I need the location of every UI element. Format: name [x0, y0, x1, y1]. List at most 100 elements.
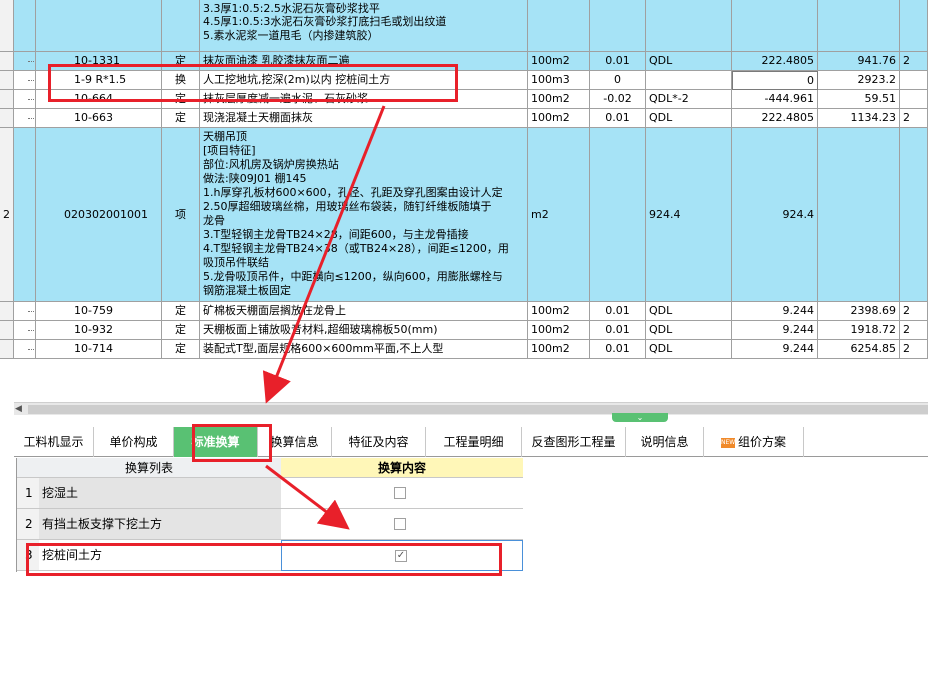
- bill-code[interactable]: 020302001001: [36, 128, 162, 302]
- quota-unit: 100m2: [528, 321, 590, 340]
- bill-description[interactable]: 天棚吊顶 [项目特征] 部位:风机房及锅炉房换热站 做法:陕09J01 棚145 1.h…: [200, 128, 528, 302]
- quota-qty[interactable]: 0.01: [590, 302, 646, 321]
- tab-5[interactable]: 工程量明细: [426, 427, 522, 457]
- quota-row[interactable]: 10-932 定天棚板面上铺放吸音材料,超细玻璃棉板50(mm) 100m2 0.01…: [0, 321, 928, 340]
- quota-qty[interactable]: 0.01: [590, 340, 646, 359]
- conversion-label: 有挡土板支撑下挖土方: [39, 509, 281, 540]
- quota-code[interactable]: 10-663: [36, 109, 162, 128]
- row-index: [0, 340, 14, 359]
- quota-code[interactable]: 10-932: [36, 321, 162, 340]
- tab-label: 工料机显示: [23, 435, 84, 449]
- tree-line: [14, 340, 36, 359]
- horizontal-scrollbar[interactable]: ◀: [14, 402, 928, 415]
- bill-amount[interactable]: 924.4: [732, 128, 818, 302]
- item-description-tail: 2.封底漆一道（干燥后再做面漆）3.3厚1:0.5:2.5水泥石灰膏砂浆找平4.…: [0, 0, 928, 52]
- description-line: 龙骨: [203, 214, 225, 227]
- tab-7[interactable]: 说明信息: [626, 427, 704, 457]
- description-line: 部位:风机房及锅炉房换热站: [203, 158, 339, 171]
- scroll-left-icon[interactable]: ◀: [15, 403, 22, 416]
- row-index: [0, 90, 14, 109]
- quota-code[interactable]: 10-714: [36, 340, 162, 359]
- tab-4[interactable]: 特征及内容: [332, 427, 426, 457]
- row-index: [0, 109, 14, 128]
- tab-label: 单价构成: [109, 435, 158, 449]
- row-index: [0, 52, 14, 71]
- quota-qty[interactable]: 0: [590, 71, 646, 90]
- conversion-label: 挖湿土: [39, 478, 281, 509]
- description-line: 吸顶吊件联结: [203, 256, 269, 269]
- quota-qty[interactable]: 0.01: [590, 52, 646, 71]
- empty-cell: [818, 0, 900, 52]
- annotation-box-quota-row: [48, 64, 458, 102]
- new-badge-icon: NEW: [720, 437, 736, 448]
- quota-amount[interactable]: 9.244: [732, 340, 818, 359]
- quota-amount[interactable]: 9.244: [732, 302, 818, 321]
- quota-expr[interactable]: QDL: [646, 109, 732, 128]
- quota-grid: 2.封底漆一道（干燥后再做面漆）3.3厚1:0.5:2.5水泥石灰膏砂浆找平4.…: [0, 0, 928, 400]
- tree-line: [14, 90, 36, 109]
- quota-code[interactable]: 10-759: [36, 302, 162, 321]
- empty-cell: [732, 0, 818, 52]
- quota-expr[interactable]: [646, 71, 732, 90]
- quota-name[interactable]: 现浇混凝土天棚面抹灰: [200, 109, 528, 128]
- conversion-row[interactable]: 2 有挡土板支撑下挖土方: [17, 509, 523, 540]
- quota-row[interactable]: 10-663 定现浇混凝土天棚面抹灰 100m2 0.01 QDL 222.4805 113…: [0, 109, 928, 128]
- row-index: [0, 71, 14, 90]
- conversion-checkbox[interactable]: [394, 487, 406, 499]
- tab-8[interactable]: NEW 组价方案: [704, 427, 804, 457]
- quota-extra: 2: [900, 109, 928, 128]
- tab-0[interactable]: 工料机显示: [14, 427, 94, 457]
- conversion-content-cell[interactable]: [281, 478, 523, 509]
- conversion-checkbox[interactable]: [394, 518, 406, 530]
- quota-name[interactable]: 装配式T型,面层规格600×600mm平面,不上人型: [200, 340, 528, 359]
- tab-6[interactable]: 反查图形工程量: [522, 427, 626, 457]
- empty-cell: [528, 0, 590, 52]
- tree-line: [14, 71, 36, 90]
- quota-row[interactable]: 10-714 定装配式T型,面层规格600×600mm平面,不上人型 100m2 0.…: [0, 340, 928, 359]
- quota-extra: 2: [900, 321, 928, 340]
- quota-name[interactable]: 矿棉板天棚面层搁放在龙骨上: [200, 302, 528, 321]
- quota-expr[interactable]: QDL: [646, 321, 732, 340]
- collapse-toggle[interactable]: −: [14, 128, 59, 302]
- quota-amount[interactable]: 9.244: [732, 321, 818, 340]
- quota-amount[interactable]: -444.961: [732, 90, 818, 109]
- tab-label: 工程量明细: [443, 435, 504, 449]
- description-line: 1.h厚穿孔板材600×600，孔径、孔距及穿孔图案由设计人定: [203, 186, 503, 199]
- quota-expr[interactable]: QDL: [646, 52, 732, 71]
- quota-extra: [900, 90, 928, 109]
- conversion-content-cell[interactable]: [281, 509, 523, 540]
- quota-price: 941.76: [818, 52, 900, 71]
- quota-expr[interactable]: QDL*-2: [646, 90, 732, 109]
- description-line: 天棚吊顶: [203, 130, 247, 143]
- empty-cell: [590, 128, 646, 302]
- panel-splitter-handle[interactable]: ⌄: [612, 413, 668, 422]
- quota-price: 2923.2: [818, 71, 900, 90]
- quota-type: 定: [162, 321, 200, 340]
- quota-amount[interactable]: 222.4805: [732, 52, 818, 71]
- bill-expr[interactable]: 924.4: [646, 128, 732, 302]
- description-line: 5.素水泥浆一道甩毛（内掺建筑胶）: [203, 28, 379, 42]
- quota-qty[interactable]: 0.01: [590, 109, 646, 128]
- quota-amount[interactable]: 222.4805: [732, 109, 818, 128]
- quota-qty[interactable]: -0.02: [590, 90, 646, 109]
- quota-type: 定: [162, 340, 200, 359]
- conversion-row[interactable]: 1 挖湿土: [17, 478, 523, 509]
- bottom-tab-bar: 工料机显示 单价构成 标准换算 换算信息 特征及内容 工程量明细 反查图形工程量 说明信息 NE…: [14, 425, 928, 457]
- quota-expr[interactable]: QDL: [646, 302, 732, 321]
- quota-name[interactable]: 天棚板面上铺放吸音材料,超细玻璃棉板50(mm): [200, 321, 528, 340]
- bill-type: 项: [162, 128, 200, 302]
- empty-cell: [646, 0, 732, 52]
- row-index: [0, 321, 14, 340]
- annotation-box-conversion-row: [26, 543, 502, 576]
- scrollbar-thumb[interactable]: [28, 405, 928, 414]
- annotation-box-tab: [192, 424, 272, 462]
- quota-extra: [900, 71, 928, 90]
- tree-line: [14, 109, 36, 128]
- quota-expr[interactable]: QDL: [646, 340, 732, 359]
- bill-item-row[interactable]: 2−020302001001项天棚吊顶[项目特征]部位:风机房及锅炉房换热站做法…: [0, 128, 928, 302]
- quota-qty[interactable]: 0.01: [590, 321, 646, 340]
- quota-amount[interactable]: 0: [732, 71, 818, 90]
- tab-1[interactable]: 单价构成: [94, 427, 174, 457]
- quota-row[interactable]: 10-759 定矿棉板天棚面层搁放在龙骨上 100m2 0.01 QDL 9.244 239…: [0, 302, 928, 321]
- quota-unit: 100m2: [528, 52, 590, 71]
